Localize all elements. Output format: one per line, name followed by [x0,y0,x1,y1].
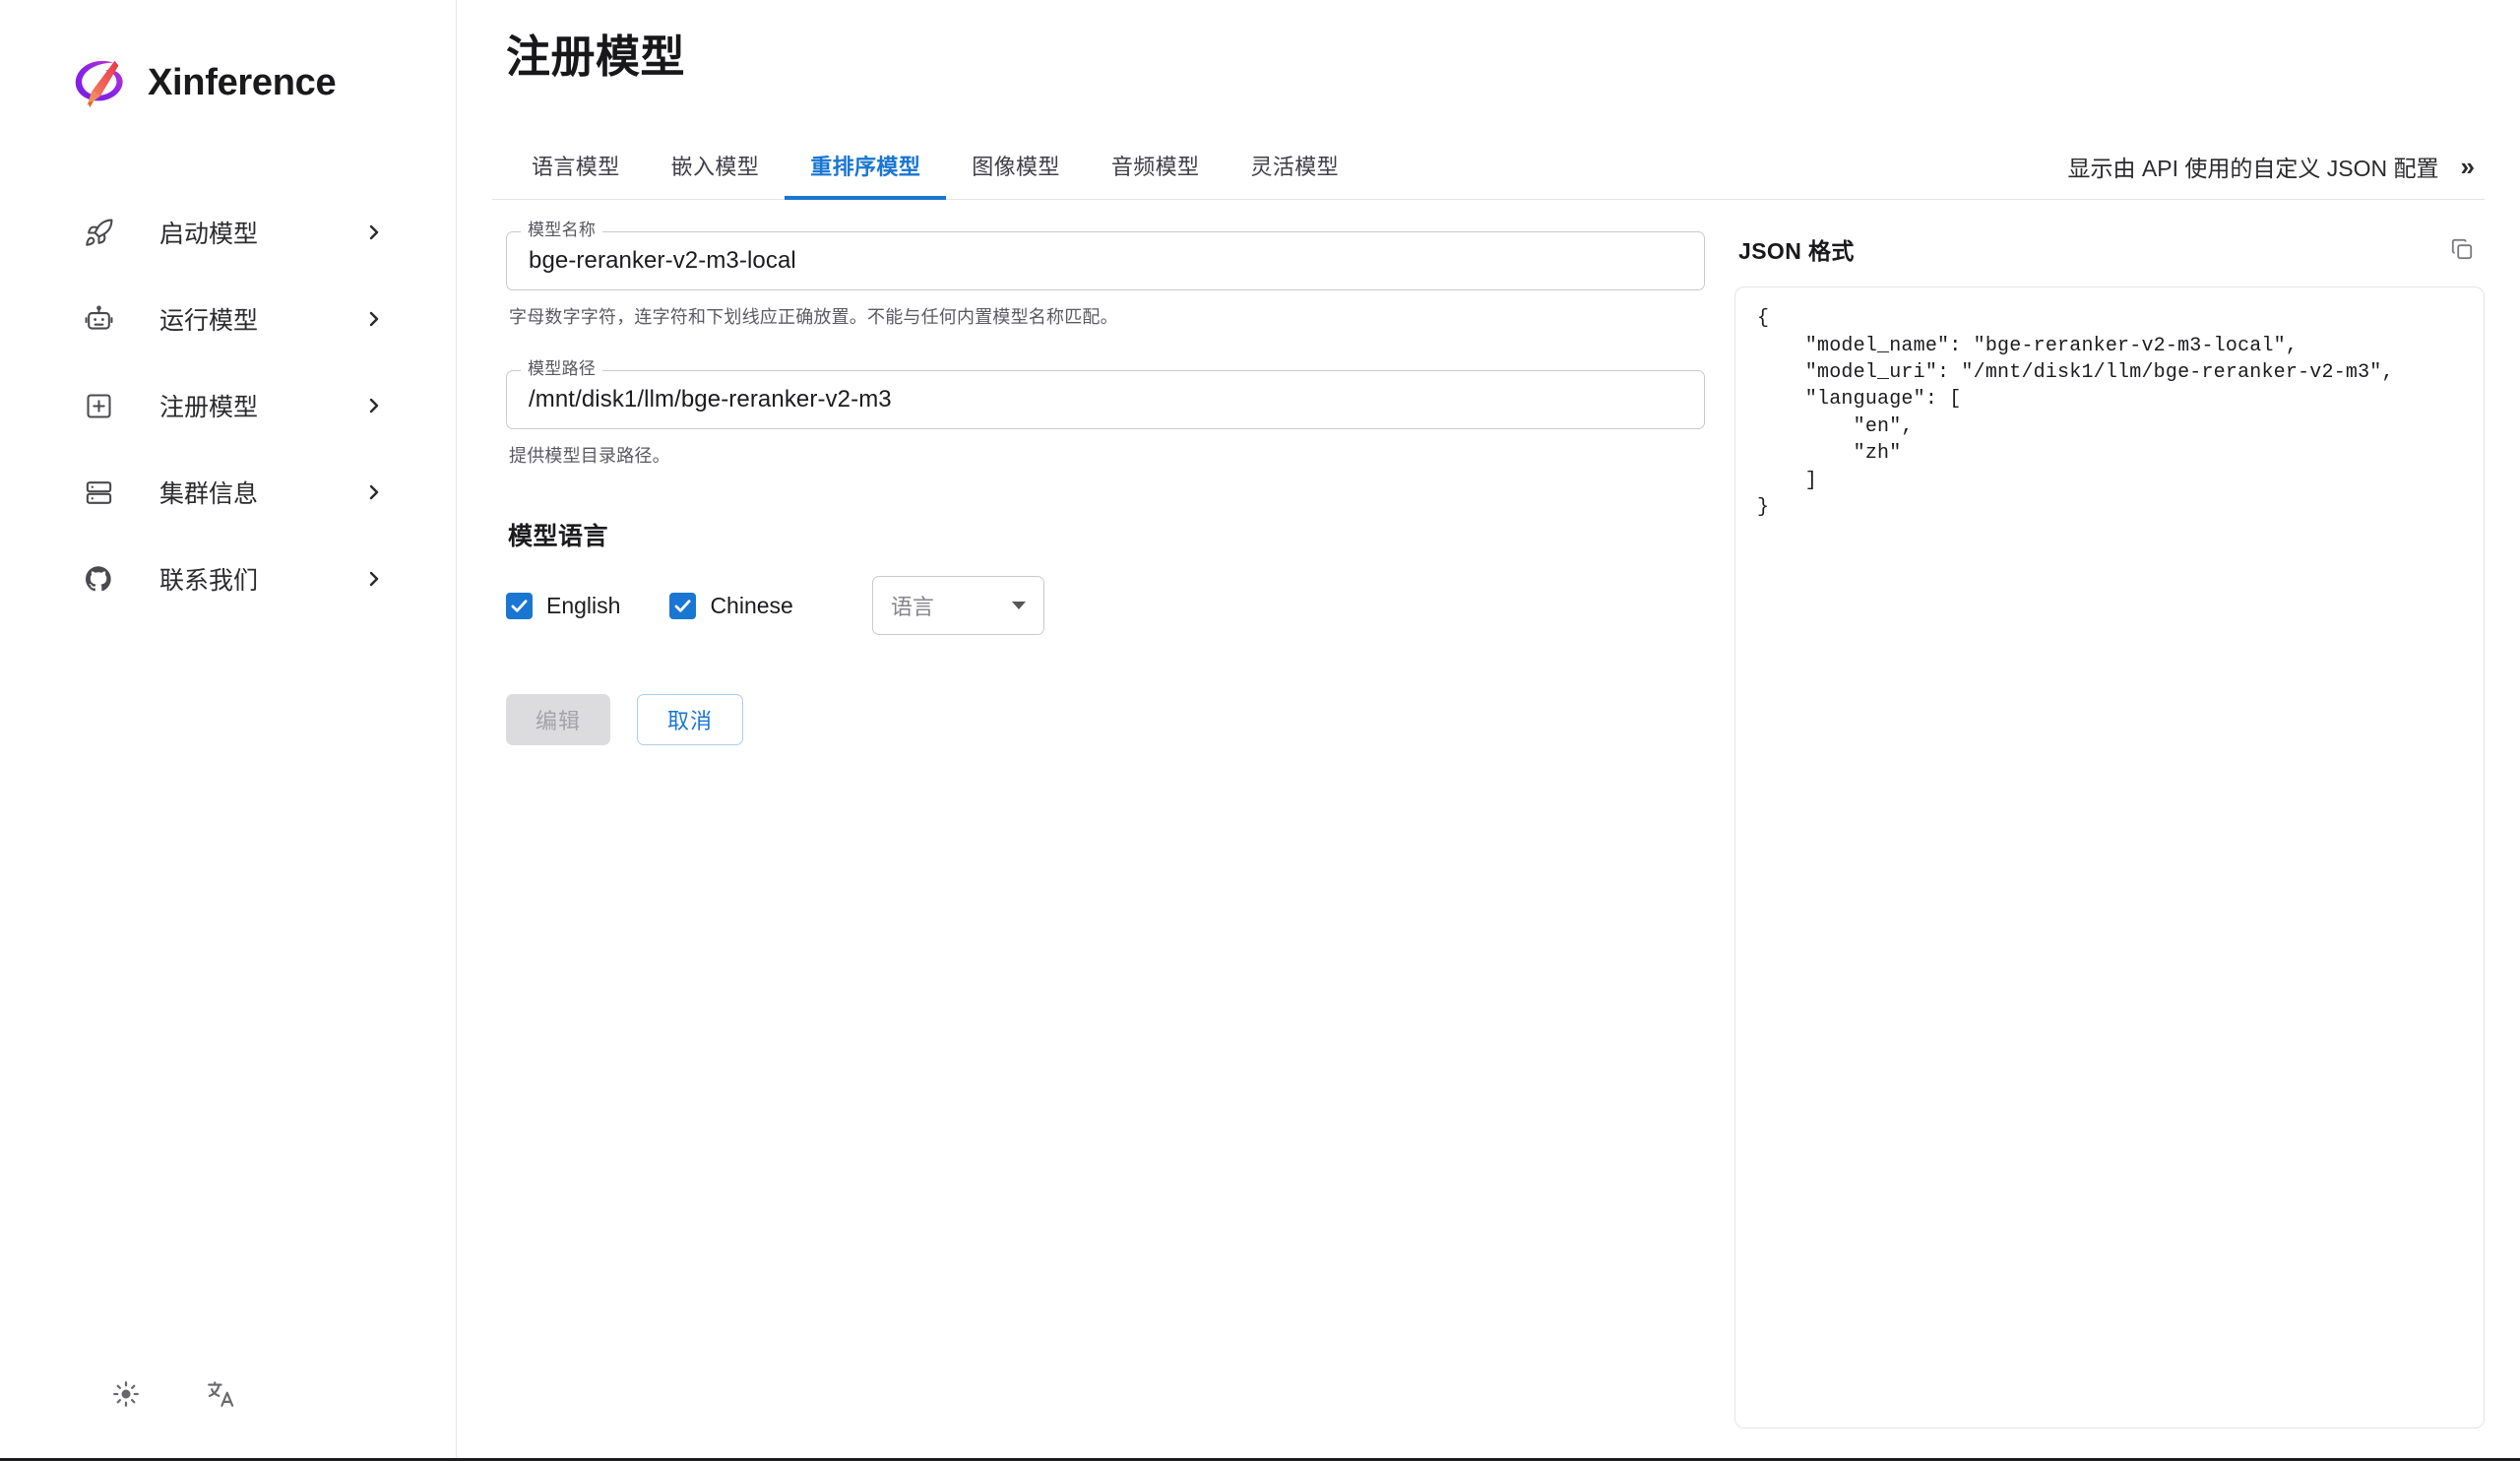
model-name-input[interactable] [527,246,1684,277]
server-icon [79,473,118,512]
edit-button[interactable]: 编辑 [506,694,611,746]
chevron-right-icon [361,566,387,592]
register-model-form: 模型名称 字母数字字符，连字符和下划线应正确放置。不能与任何内置模型名称匹配。 … [492,222,1705,1429]
chevron-right-icon [361,393,387,418]
json-panel: JSON 格式 { "model_name": "bge-reranker-v2… [1734,231,2485,1429]
brand-name: Xinference [148,62,337,103]
tab-rerank-model[interactable]: 重排序模型 [785,150,947,201]
sidebar-item-label: 运行模型 [159,307,259,335]
model-path-label: 模型路径 [521,360,603,378]
tab-audio-model[interactable]: 音频模型 [1086,150,1226,199]
chevron-right-icon [361,306,387,332]
model-path-input[interactable] [527,385,1684,415]
show-json-config-label: 显示由 API 使用的自定义 JSON 配置 [2067,156,2439,182]
checkbox-checked-icon [506,592,533,619]
sidebar-item-label: 启动模型 [159,221,259,248]
rocket-icon [79,213,118,252]
json-code-text: { "model_name": "bge-reranker-v2-m3-loca… [1757,307,2394,519]
chevron-right-icon [361,479,387,505]
xinference-logo-icon [69,52,130,113]
sidebar-item-running-models[interactable]: 运行模型 [0,276,456,362]
language-select[interactable]: 语言 [871,576,1044,636]
copy-icon[interactable] [2445,232,2479,266]
tabs-row: 语言模型 嵌入模型 重排序模型 图像模型 音频模型 灵活模型 显示由 API 使… [492,138,2485,201]
plus-square-icon [79,386,118,425]
page-title: 注册模型 [506,32,686,82]
show-json-config-toggle[interactable]: 显示由 API 使用的自定义 JSON 配置 » [2068,150,2485,199]
sidebar-item-launch-model[interactable]: 启动模型 [0,189,456,276]
sidebar-item-label: 集群信息 [159,480,259,508]
field-spacer [506,335,1705,370]
model-name-input-box[interactable]: 模型名称 [506,222,1705,291]
sidebar-item-label: 联系我们 [159,567,259,595]
sidebar-item-label: 注册模型 [159,394,259,421]
app-root: Xinference 启动模型 运行模型 注册模型 集群信息 联系我们 注册模型… [0,0,2520,1461]
github-icon [79,559,118,599]
model-language-section-title: 模型语言 [508,523,609,551]
tab-image-model[interactable]: 图像模型 [946,150,1086,199]
sidebar-nav: 启动模型 运行模型 注册模型 集群信息 联系我们 [0,189,456,622]
model-path-field: 模型路径 提供模型目录路径。 [506,360,1705,468]
checkbox-english-label: English [546,592,621,618]
model-path-helper-text: 提供模型目录路径。 [509,446,670,467]
tab-flexible-model[interactable]: 灵活模型 [1225,150,1364,199]
sidebar: Xinference 启动模型 运行模型 注册模型 集群信息 联系我们 [0,0,457,1461]
sidebar-item-contact-us[interactable]: 联系我们 [0,536,456,622]
chevron-down-icon [1011,602,1026,610]
json-code-box[interactable]: { "model_name": "bge-reranker-v2-m3-loca… [1734,286,2485,1429]
model-type-tabs: 语言模型 嵌入模型 重排序模型 图像模型 音频模型 灵活模型 [506,138,1364,201]
checkbox-checked-icon [669,592,697,619]
sun-icon[interactable] [106,1374,146,1414]
language-select-value: 语言 [890,595,934,620]
body-columns: 模型名称 字母数字字符，连字符和下划线应正确放置。不能与任何内置模型名称匹配。 … [492,222,2485,1429]
chevron-double-right-icon: » [2460,152,2475,182]
sidebar-item-register-model[interactable]: 注册模型 [0,362,456,449]
model-name-field: 模型名称 字母数字字符，连字符和下划线应正确放置。不能与任何内置模型名称匹配。 [506,222,1705,329]
robot-icon [79,299,118,339]
model-language-controls: English Chinese 语言 [506,576,1705,636]
tab-language-model[interactable]: 语言模型 [506,150,646,199]
json-panel-title: JSON 格式 [1738,238,1855,265]
chevron-right-icon [361,220,387,245]
checkbox-english[interactable]: English [506,592,621,619]
form-actions: 编辑 取消 [506,694,1705,746]
model-name-helper-text: 字母数字字符，连字符和下划线应正确放置。不能与任何内置模型名称匹配。 [509,307,1118,328]
cancel-button[interactable]: 取消 [637,694,744,746]
model-name-label: 模型名称 [521,222,603,239]
brand[interactable]: Xinference [0,0,456,118]
translate-icon[interactable] [201,1374,240,1414]
checkbox-chinese[interactable]: Chinese [669,592,793,619]
sidebar-footer [0,1374,456,1461]
main-content: 注册模型 语言模型 嵌入模型 重排序模型 图像模型 音频模型 灵活模型 显示由 … [457,0,2520,1461]
sidebar-item-cluster-info[interactable]: 集群信息 [0,449,456,536]
tab-embedding-model[interactable]: 嵌入模型 [646,150,786,199]
checkbox-chinese-label: Chinese [710,592,793,618]
model-path-input-box[interactable]: 模型路径 [506,360,1705,430]
json-panel-header: JSON 格式 [1734,227,2485,271]
